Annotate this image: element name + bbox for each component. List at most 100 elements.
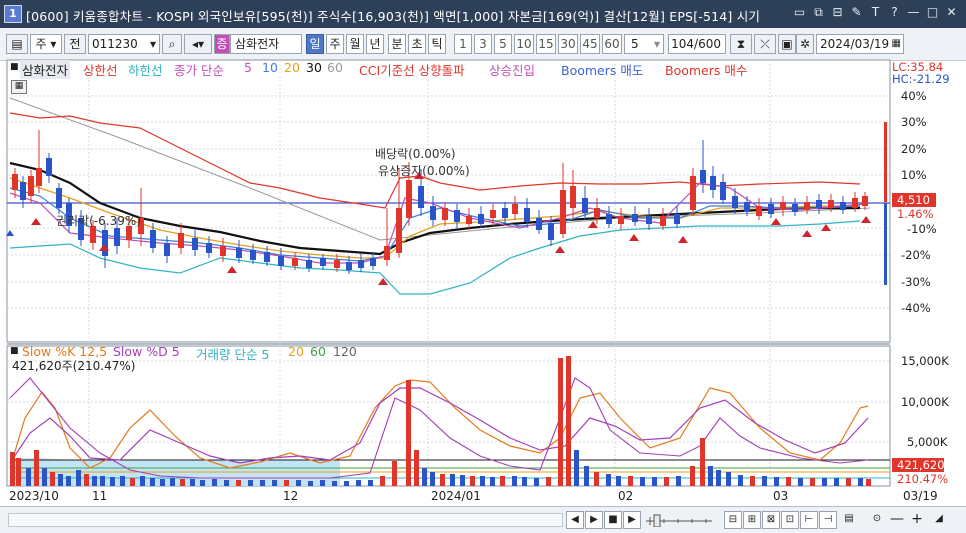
tab-week[interactable]: 주 bbox=[326, 34, 344, 54]
volume-bar bbox=[92, 476, 97, 486]
zoom-reset-icon[interactable]: ⊙ bbox=[868, 511, 886, 529]
tab-minute[interactable]: 분 bbox=[388, 34, 406, 54]
tab-year[interactable]: 년 bbox=[366, 34, 384, 54]
interval-60[interactable]: 60 bbox=[602, 34, 622, 54]
volume-bar bbox=[140, 476, 145, 486]
volume-bar bbox=[260, 480, 265, 486]
legend-vol-ma60[interactable]: 60 bbox=[310, 344, 326, 359]
calendar-icon[interactable]: ▦ bbox=[892, 35, 901, 53]
volume-bar bbox=[786, 477, 791, 486]
candle-body bbox=[618, 216, 624, 224]
volume-bar bbox=[380, 476, 385, 486]
legend-boomers-sell[interactable]: Boomers 매도 bbox=[561, 60, 643, 79]
zoom-slider[interactable] bbox=[644, 511, 714, 529]
tab-second[interactable]: 초 bbox=[408, 34, 426, 54]
legend-rise[interactable]: 상승진입 bbox=[489, 60, 535, 79]
chart-area[interactable]: 40% 30% 20% 10% -10% -20% -30% -40% LC:3… bbox=[0, 58, 966, 506]
maximize-icon[interactable]: □ bbox=[926, 5, 939, 19]
interval-1[interactable]: 1 bbox=[454, 34, 472, 54]
pen-icon[interactable]: ✎ bbox=[850, 5, 863, 19]
interval-45[interactable]: 45 bbox=[580, 34, 600, 54]
legend-close-ma[interactable]: 종가 단순 bbox=[174, 60, 224, 79]
save-icon[interactable]: ▣ bbox=[778, 34, 796, 54]
candle-body bbox=[490, 210, 496, 218]
period-select[interactable]: 주 ▾ bbox=[30, 34, 62, 54]
interval-10[interactable]: 10 bbox=[514, 34, 534, 54]
grid-menu-icon[interactable]: ▤ bbox=[6, 34, 28, 54]
horizontal-scrollbar[interactable] bbox=[8, 513, 563, 527]
volume-bar bbox=[440, 474, 445, 486]
code-dropdown-icon[interactable]: ▾ bbox=[150, 35, 156, 53]
layout-4-icon[interactable]: ⊡ bbox=[781, 511, 799, 529]
window-icon[interactable]: 1 bbox=[4, 5, 22, 23]
interval-5[interactable]: 5 bbox=[494, 34, 512, 54]
date-input[interactable]: 2024/03/19 ▦ bbox=[816, 34, 904, 54]
legend-stock[interactable]: 삼화전자 bbox=[20, 60, 71, 79]
layout-6-icon[interactable]: ⊣ bbox=[819, 511, 837, 529]
tab-month[interactable]: 월 bbox=[346, 34, 364, 54]
legend-vol-ma20[interactable]: 20 bbox=[288, 344, 304, 359]
legend-ma30[interactable]: 30 bbox=[306, 60, 322, 75]
volume-bar bbox=[846, 478, 851, 486]
scroll-left-icon[interactable]: ◀ bbox=[566, 511, 584, 529]
candle-body bbox=[442, 208, 448, 220]
link-window-icon[interactable]: ▭ bbox=[793, 5, 806, 19]
count-select[interactable]: 5 ▾ bbox=[624, 34, 664, 54]
legend-ma20[interactable]: 20 bbox=[284, 60, 300, 75]
stop-icon[interactable]: ■ bbox=[604, 511, 622, 529]
table-icon[interactable]: ▦ bbox=[11, 80, 27, 94]
minimize-icon[interactable]: — bbox=[907, 5, 920, 19]
scroll-right-icon[interactable]: ▶ bbox=[585, 511, 603, 529]
tab-tick[interactable]: 틱 bbox=[428, 34, 446, 54]
legend-slowd[interactable]: Slow %D 5 bbox=[113, 344, 180, 359]
legend-lower[interactable]: 하한선 bbox=[128, 60, 163, 79]
legend-cci[interactable]: CCI기준선 상향돌파 bbox=[359, 60, 465, 79]
resize-grip-icon[interactable]: ◢ bbox=[930, 511, 948, 529]
chart-style-icon[interactable]: ⧗ bbox=[730, 34, 752, 54]
volume-bar bbox=[558, 358, 563, 486]
stock-name-field[interactable]: 삼화전자 bbox=[230, 34, 302, 54]
volume-bar bbox=[750, 476, 755, 486]
candle-body bbox=[430, 206, 436, 220]
interval-15[interactable]: 15 bbox=[536, 34, 556, 54]
speaker-icon[interactable]: ◂▾ bbox=[184, 34, 212, 54]
page-icon[interactable]: ▤ bbox=[840, 511, 858, 529]
zoom-out-icon[interactable]: — bbox=[888, 511, 906, 529]
interval-3[interactable]: 3 bbox=[474, 34, 492, 54]
stock-code-input[interactable]: 011230 ▾ bbox=[88, 34, 160, 54]
volume-bar bbox=[430, 472, 435, 486]
zoom-in-icon[interactable]: + bbox=[908, 511, 926, 529]
legend-ma5[interactable]: 5 bbox=[244, 60, 252, 75]
help-icon[interactable]: ? bbox=[888, 5, 901, 19]
legend-ma60[interactable]: 60 bbox=[327, 60, 343, 75]
volume-bar bbox=[834, 478, 839, 486]
candle-body bbox=[46, 158, 52, 176]
legend-ma10[interactable]: 10 bbox=[262, 60, 278, 75]
interval-30[interactable]: 30 bbox=[558, 34, 578, 54]
layout-2-icon[interactable]: ⊞ bbox=[743, 511, 761, 529]
play-icon[interactable]: ▶ bbox=[623, 511, 641, 529]
layout-3-icon[interactable]: ⊠ bbox=[762, 511, 780, 529]
search-icon[interactable]: ⌕ bbox=[162, 34, 182, 54]
candle-body bbox=[606, 214, 612, 224]
layout-1-icon[interactable]: ⊟ bbox=[724, 511, 742, 529]
candle-body bbox=[804, 202, 810, 210]
legend-vol-ma5[interactable]: 거래량 단순 5 bbox=[196, 344, 269, 363]
gear-icon[interactable]: ✲ bbox=[796, 34, 814, 54]
candle-body bbox=[862, 196, 868, 206]
tab-day[interactable]: 일 bbox=[306, 34, 324, 54]
legend-vol-ma120[interactable]: 120 bbox=[333, 344, 357, 359]
close-icon[interactable]: ✕ bbox=[945, 5, 958, 19]
layout-5-icon[interactable]: ⊢ bbox=[800, 511, 818, 529]
paidin-annotation: 유상증자(0.00%) bbox=[378, 164, 470, 178]
copy-window-icon[interactable]: ⧉ bbox=[812, 5, 825, 19]
split-icon[interactable]: ⊟ bbox=[831, 5, 844, 19]
legend-slowk[interactable]: Slow %K 12,5 bbox=[22, 344, 107, 359]
crosshair-icon[interactable]: ⤫ bbox=[754, 34, 776, 54]
prev-button[interactable]: 전 bbox=[64, 34, 86, 54]
stock-tag-icon[interactable]: 증 bbox=[214, 34, 230, 54]
legend-boomers-buy[interactable]: Boomers 매수 bbox=[665, 60, 747, 79]
font-icon[interactable]: T bbox=[869, 5, 882, 19]
legend-upper[interactable]: 상한선 bbox=[83, 60, 118, 79]
price-panel[interactable] bbox=[6, 59, 891, 343]
